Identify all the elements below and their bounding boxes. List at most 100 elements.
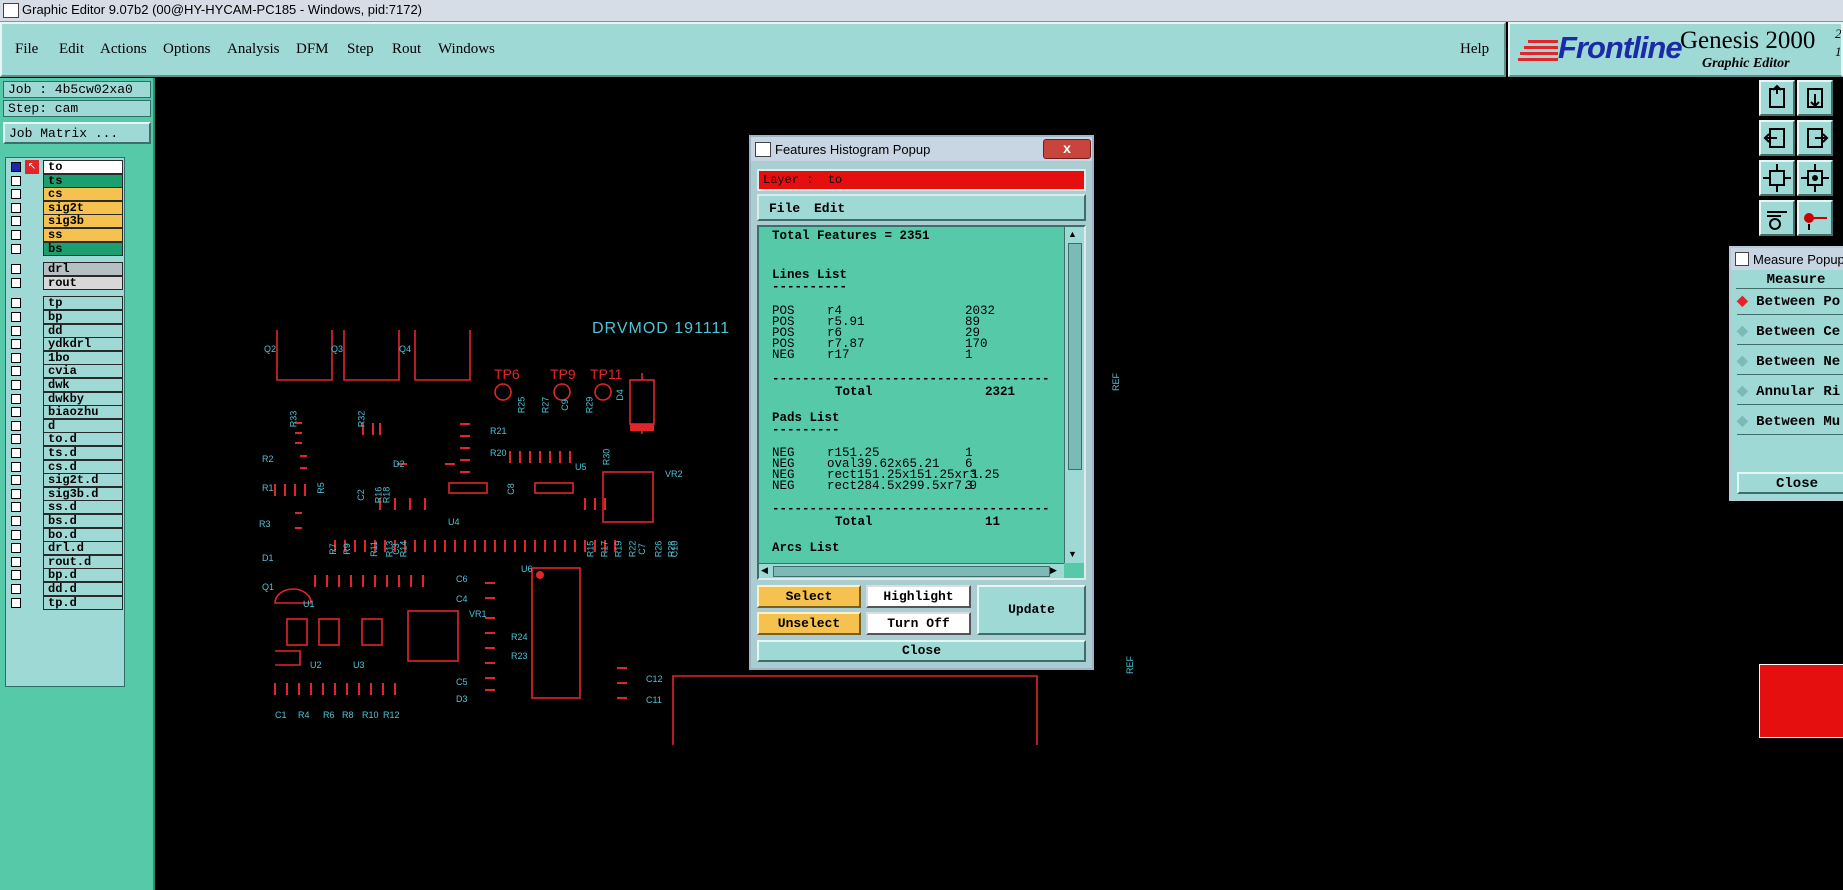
layer-row-biaozhu[interactable]: biaozhu — [8, 405, 123, 420]
scroll-up-icon[interactable]: ▲ — [1068, 229, 1077, 239]
measure-tool-icon[interactable] — [1797, 200, 1833, 236]
layer-row-drl[interactable]: drl — [8, 262, 123, 277]
scroll-thumb[interactable] — [1068, 243, 1082, 470]
layer-row-dwk[interactable]: dwk — [8, 378, 123, 392]
close-button[interactable]: Close — [757, 640, 1086, 662]
menu-edit[interactable]: Edit — [59, 41, 84, 58]
layer-row-to[interactable]: ↖ to — [8, 160, 123, 174]
layer-row-sig3b[interactable]: sig3b — [8, 214, 123, 229]
layer-row-cvia[interactable]: cvia — [8, 364, 123, 379]
highlight-button[interactable]: Highlight — [866, 585, 971, 608]
zoom-home-icon[interactable] — [1759, 80, 1795, 116]
layer-checkbox[interactable] — [11, 570, 21, 581]
layer-checkbox[interactable] — [11, 325, 21, 336]
layer-row-rout[interactable]: rout — [8, 275, 123, 290]
layer-checkbox[interactable] — [11, 543, 21, 554]
layer-checkbox[interactable] — [11, 216, 21, 227]
menu-actions[interactable]: Actions — [100, 41, 147, 58]
layer-checkbox[interactable] — [11, 556, 21, 567]
layer-row-drl-d[interactable]: drl.d — [8, 541, 123, 556]
layer-checkbox[interactable] — [11, 393, 21, 404]
radio-diamond-icon[interactable]: ◆ — [1737, 294, 1756, 310]
layer-checkbox[interactable] — [11, 352, 21, 363]
layer-row-ts-d[interactable]: ts.d — [8, 446, 123, 460]
menu-file[interactable]: File — [15, 41, 38, 58]
menu-help[interactable]: Help — [1460, 41, 1489, 58]
layer-checkbox[interactable] — [11, 380, 21, 390]
layer-checkbox[interactable] — [11, 264, 21, 275]
snap-tool-icon[interactable] — [1759, 200, 1795, 236]
layer-checkbox[interactable] — [11, 277, 21, 288]
layer-checkbox[interactable] — [11, 597, 21, 608]
measure-option-2[interactable]: ◆ Between Ne — [1737, 350, 1843, 375]
horizontal-scrollbar[interactable]: ◀ ▶ — [759, 563, 1064, 578]
layer-row-sig3b-d[interactable]: sig3b.d — [8, 486, 123, 501]
scroll-left-icon[interactable]: ◀ — [761, 565, 768, 576]
measure-option-4[interactable]: ◆ Between Mu — [1737, 410, 1843, 435]
layer-checkbox[interactable] — [11, 189, 21, 200]
layer-checkbox[interactable] — [11, 162, 21, 172]
layer-row-dd[interactable]: dd — [8, 323, 123, 338]
layer-row-rout-d[interactable]: rout.d — [8, 554, 123, 569]
layer-row-tp[interactable]: tp — [8, 296, 123, 311]
menu-windows[interactable]: Windows — [438, 41, 495, 58]
menu-options[interactable]: Options — [163, 41, 211, 58]
menu-step[interactable]: Step — [347, 41, 374, 58]
layer-checkbox[interactable] — [11, 420, 21, 431]
turn-off-button[interactable]: Turn Off — [866, 612, 971, 635]
layer-checkbox[interactable] — [11, 529, 21, 540]
layer-row-cs-d[interactable]: cs.d — [8, 459, 123, 474]
layer-checkbox[interactable] — [11, 584, 21, 594]
layer-row-bs[interactable]: bs — [8, 241, 123, 256]
layer-checkbox[interactable] — [11, 448, 21, 458]
layer-row-cs[interactable]: cs — [8, 187, 123, 202]
popup-menu-edit[interactable]: Edit — [814, 201, 845, 216]
radio-diamond-icon[interactable]: ◆ — [1737, 354, 1756, 370]
layer-checkbox[interactable] — [11, 366, 21, 377]
layer-checkbox[interactable] — [11, 175, 21, 186]
menu-rout[interactable]: Rout — [392, 41, 421, 58]
radio-diamond-icon[interactable]: ◆ — [1737, 414, 1756, 430]
layer-checkbox[interactable] — [11, 339, 21, 350]
layer-row-sig2t-d[interactable]: sig2t.d — [8, 473, 123, 488]
layer-row-bs-d[interactable]: bs.d — [8, 514, 123, 528]
layer-row-ss[interactable]: ss — [8, 228, 123, 242]
layer-checkbox[interactable] — [11, 488, 21, 499]
zoom-fit-icon[interactable] — [1759, 160, 1795, 196]
job-matrix-button[interactable]: Job Matrix ... — [3, 122, 151, 144]
layer-row-tp-d[interactable]: tp.d — [8, 595, 123, 610]
layer-row-ts[interactable]: ts — [8, 173, 123, 188]
layer-checkbox[interactable] — [11, 202, 21, 213]
layer-checkbox[interactable] — [11, 516, 21, 526]
features-list[interactable]: Total Features = 2351 Lines List -------… — [757, 225, 1086, 580]
layer-checkbox[interactable] — [11, 407, 21, 418]
layer-checkbox[interactable] — [11, 243, 21, 254]
layer-checkbox[interactable] — [11, 502, 21, 513]
layer-row-ss-d[interactable]: ss.d — [8, 500, 123, 515]
layer-checkbox[interactable] — [11, 461, 21, 472]
popup-menu-file[interactable]: File — [769, 201, 800, 216]
radio-diamond-icon[interactable]: ◆ — [1737, 384, 1756, 400]
pan-left-icon[interactable] — [1759, 120, 1795, 156]
measure-option-3[interactable]: ◆ Annular Ri — [1737, 380, 1843, 405]
update-button[interactable]: Update — [977, 585, 1086, 635]
layer-row-d[interactable]: d — [8, 418, 123, 433]
scroll-down-icon[interactable]: ▼ — [1068, 549, 1077, 559]
radio-diamond-icon[interactable]: ◆ — [1737, 324, 1756, 340]
layer-checkbox[interactable] — [11, 298, 21, 309]
layer-row-1bo[interactable]: 1bo — [8, 350, 123, 365]
layer-row-dwkby[interactable]: dwkby — [8, 391, 123, 406]
layer-checkbox[interactable] — [11, 312, 21, 322]
hscroll-thumb[interactable] — [773, 566, 1050, 577]
zoom-center-icon[interactable] — [1797, 160, 1833, 196]
layer-row-bp[interactable]: bp — [8, 310, 123, 324]
measure-option-1[interactable]: ◆ Between Ce — [1737, 320, 1843, 345]
layer-checkbox[interactable] — [11, 230, 21, 240]
menu-dfm[interactable]: DFM — [296, 41, 329, 58]
layer-row-dd-d[interactable]: dd.d — [8, 582, 123, 596]
menu-analysis[interactable]: Analysis — [227, 41, 280, 58]
scroll-right-icon[interactable]: ▶ — [1050, 565, 1057, 576]
pan-right-icon[interactable] — [1797, 120, 1833, 156]
zoom-down-icon[interactable] — [1797, 80, 1833, 116]
select-button[interactable]: Select — [757, 585, 861, 608]
